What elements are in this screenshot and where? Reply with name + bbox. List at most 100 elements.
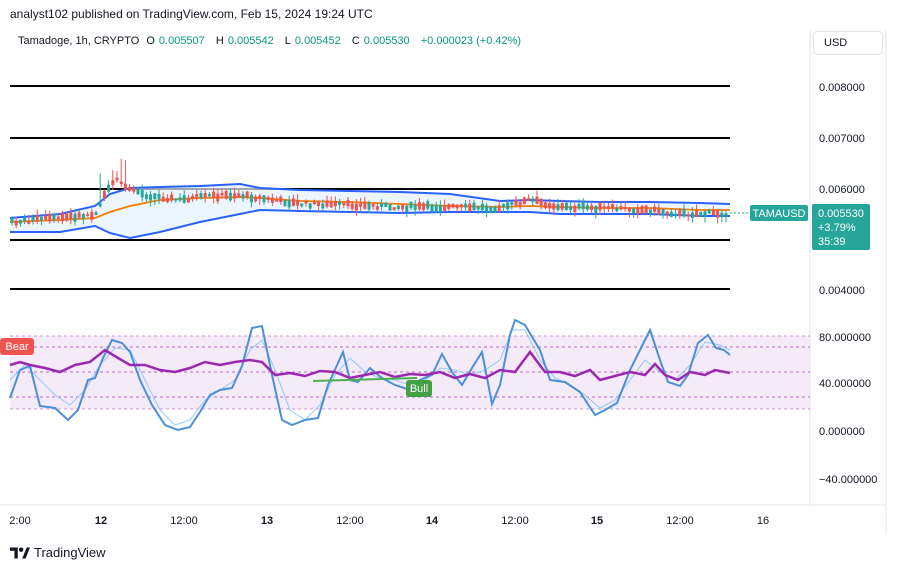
price-tick: 0.008000 bbox=[819, 82, 865, 94]
candle-body bbox=[371, 204, 375, 207]
candle-body bbox=[611, 204, 615, 210]
candle-body bbox=[413, 204, 417, 210]
candle-body bbox=[65, 213, 69, 221]
candle-body bbox=[367, 202, 371, 210]
footer-brand[interactable]: TradingView bbox=[10, 545, 106, 560]
candle-body bbox=[510, 202, 514, 205]
candle-body bbox=[724, 213, 728, 217]
candle-body bbox=[241, 194, 245, 199]
candle-body bbox=[590, 205, 594, 211]
candle-body bbox=[518, 202, 522, 207]
candle-body bbox=[447, 204, 451, 209]
candle-body bbox=[321, 203, 325, 209]
symbol-tag-text: TAMAUSD bbox=[753, 208, 806, 220]
candle-body bbox=[522, 197, 526, 204]
candle-body bbox=[161, 196, 165, 202]
candle-body bbox=[10, 217, 14, 223]
candle-body bbox=[468, 203, 472, 212]
price-axis[interactable]: 0.008000 0.007000 0.006000 0.004000 bbox=[819, 82, 865, 297]
candle-body bbox=[304, 200, 308, 204]
candle-body bbox=[262, 195, 266, 203]
candle-body bbox=[375, 206, 379, 210]
low-label: L bbox=[284, 35, 291, 47]
candle-body bbox=[107, 184, 111, 192]
candle-body bbox=[388, 203, 392, 211]
candle-body bbox=[23, 217, 27, 222]
candle-body bbox=[52, 213, 56, 221]
price-tick: 0.004000 bbox=[819, 285, 865, 297]
candle-body bbox=[94, 212, 98, 216]
osc-tick: 0.000000 bbox=[819, 426, 865, 438]
brand-name: TradingView bbox=[34, 545, 106, 560]
candle-body bbox=[296, 199, 300, 206]
candle-body bbox=[182, 195, 186, 203]
candle-body bbox=[552, 203, 556, 210]
candle-body bbox=[102, 190, 106, 198]
candle-body bbox=[560, 203, 564, 210]
open-value: 0.005507 bbox=[158, 35, 205, 47]
candle-body bbox=[493, 206, 497, 213]
candle-body bbox=[396, 205, 400, 210]
candle-body bbox=[31, 216, 35, 222]
candle-body bbox=[149, 194, 153, 201]
candle-body bbox=[342, 202, 346, 206]
time-axis[interactable]: 2:00 12 12:00 13 12:00 14 12:00 15 12:00… bbox=[9, 515, 769, 527]
candle-body bbox=[480, 203, 484, 211]
chart-canvas[interactable]: Bear Bull 0.008000 0.007000 0.006000 0.0… bbox=[0, 0, 897, 570]
candle-body bbox=[170, 194, 174, 201]
candle-body bbox=[690, 212, 694, 218]
oscillator-pane bbox=[9, 318, 810, 432]
currency-button[interactable]: USD bbox=[813, 31, 883, 55]
osc-tick: 80.000000 bbox=[819, 332, 871, 344]
candle-body bbox=[254, 196, 258, 202]
candle-body bbox=[720, 212, 724, 217]
candle-body bbox=[678, 209, 682, 217]
candle-body bbox=[606, 206, 610, 209]
candle-body bbox=[203, 192, 207, 198]
candle-body bbox=[18, 219, 22, 224]
candle-body bbox=[346, 199, 350, 207]
time-tick: 12:00 bbox=[336, 515, 364, 527]
candle-body bbox=[81, 214, 85, 219]
osc-tick: −40.000000 bbox=[819, 474, 877, 486]
candle-body bbox=[657, 209, 661, 215]
candle-body bbox=[300, 203, 304, 207]
candle-body bbox=[90, 211, 94, 220]
candle-body bbox=[186, 198, 190, 203]
time-tick: 13 bbox=[261, 515, 273, 527]
candle-body bbox=[224, 190, 228, 199]
candle-body bbox=[275, 199, 279, 202]
time-tick: 12 bbox=[95, 515, 107, 527]
candle-body bbox=[98, 203, 102, 207]
price-tick: 0.007000 bbox=[819, 133, 865, 145]
candle-body bbox=[573, 205, 577, 212]
candle-body bbox=[539, 198, 543, 206]
candle-body bbox=[312, 201, 316, 205]
osc-axis[interactable]: 80.000000 40.000000 0.000000 −40.000000 bbox=[819, 332, 877, 486]
symbol-tag: TAMAUSD bbox=[750, 205, 808, 221]
time-tick: 2:00 bbox=[9, 515, 30, 527]
candle-body bbox=[556, 204, 560, 211]
candle-body bbox=[703, 211, 707, 217]
candle-body bbox=[140, 189, 144, 198]
candle-body bbox=[199, 192, 203, 199]
candle-body bbox=[472, 202, 476, 211]
price-tick: 0.006000 bbox=[819, 184, 865, 196]
time-tick: 12:00 bbox=[501, 515, 529, 527]
candle-body bbox=[615, 207, 619, 212]
bull-label-text: Bull bbox=[410, 383, 428, 395]
candle-body bbox=[39, 217, 43, 221]
tradingview-logo-icon bbox=[10, 546, 30, 559]
bear-label: Bear bbox=[0, 338, 34, 355]
candle-body bbox=[220, 192, 224, 196]
candle-body bbox=[115, 177, 119, 181]
symbol-name[interactable]: Tamadoge, 1h, CRYPTO bbox=[18, 35, 139, 47]
time-tick: 15 bbox=[591, 515, 603, 527]
candle-body bbox=[569, 206, 573, 210]
candle-body bbox=[695, 210, 699, 218]
candle-body bbox=[165, 198, 169, 203]
candle-body bbox=[325, 200, 329, 207]
candle-body bbox=[119, 181, 123, 185]
candle-body bbox=[283, 200, 287, 207]
candle-body bbox=[69, 212, 73, 220]
